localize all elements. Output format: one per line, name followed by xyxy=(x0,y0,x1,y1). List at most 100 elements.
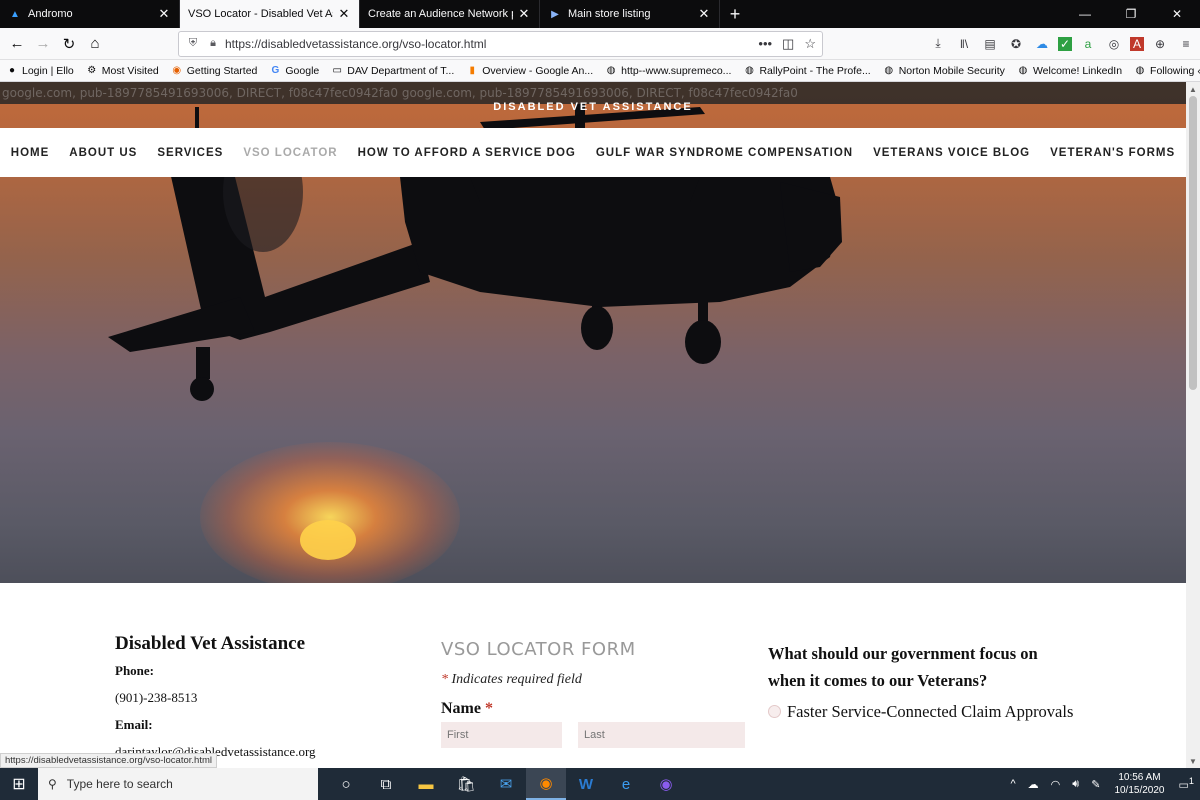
site-title[interactable]: DISABLED VET ASSISTANCE xyxy=(0,101,1186,113)
check-extension-icon[interactable]: ✓ xyxy=(1058,36,1072,51)
gear-icon: ⚙ xyxy=(87,65,97,76)
tab-audience-network[interactable]: Create an Audience Network placem ✕ xyxy=(360,0,540,28)
shield-icon[interactable]: ⛨ xyxy=(185,37,201,50)
windows-start-icon[interactable]: ⊞ xyxy=(0,768,38,800)
contact-info: Disabled Vet Assistance Phone: (901)-238… xyxy=(115,633,395,768)
network-icon[interactable]: ◠ xyxy=(1045,778,1067,791)
window-controls: — ❐ ✕ xyxy=(1062,0,1200,28)
forward-icon[interactable]: → xyxy=(30,31,56,57)
last-name-input[interactable] xyxy=(578,722,745,748)
bookmark-item[interactable]: ◉ Getting Started xyxy=(171,65,257,77)
store-icon[interactable]: 🛍︎ xyxy=(446,768,486,800)
word-icon[interactable]: W xyxy=(566,768,606,800)
volume-icon[interactable]: 🔊︎ xyxy=(1066,778,1085,791)
close-window-icon[interactable]: ✕ xyxy=(1154,0,1200,28)
bookmark-item[interactable]: G Google xyxy=(269,65,320,77)
toolbar-icons: ⤓ ‖\ ▤ ✪ ☁ ✓ a ◎ A ⊕ ≡ xyxy=(928,34,1196,54)
name-fields xyxy=(441,722,746,748)
close-icon[interactable]: ✕ xyxy=(517,6,531,22)
bookmarks-bar: ● Login | Ello ⚙ Most Visited ◉ Getting Sta… xyxy=(0,60,1200,82)
bookmark-item[interactable]: ◍ http--www.supremeco... xyxy=(605,65,732,77)
cloud-icon[interactable]: ☁ xyxy=(1032,34,1052,54)
radio-button[interactable] xyxy=(768,705,781,718)
bookmark-item[interactable]: ▮ Overview - Google An... xyxy=(466,65,593,77)
survey-option[interactable]: Faster Service-Connected Claim Approvals xyxy=(768,698,1078,725)
nav-gulf-war-syndrome[interactable]: GULF WAR SYNDROME COMPENSATION xyxy=(586,147,863,159)
nav-veterans-forms[interactable]: VETERAN'S FORMS xyxy=(1040,147,1185,159)
library-icon[interactable]: ‖\ xyxy=(954,34,974,54)
firefox-icon[interactable]: ◉ xyxy=(526,768,566,800)
bookmark-item[interactable]: ◍Following ‹ Reader —... xyxy=(1134,65,1200,77)
tab-andromo[interactable]: ▲ Andromo ✕ xyxy=(0,0,180,28)
bookmark-item[interactable]: ⚙ Most Visited xyxy=(86,65,158,77)
notification-icon[interactable]: ▭1 xyxy=(1173,776,1200,792)
clock[interactable]: 10:56 AM 10/15/2020 xyxy=(1106,771,1172,797)
mail-icon[interactable]: ✉ xyxy=(486,768,526,800)
globe-icon: ◍ xyxy=(745,65,754,76)
cortana-icon[interactable]: ○ xyxy=(326,768,366,800)
browser-nav-bar: ← → ↻ ⌂ ⛨ 🔒︎ https://disabledvetassistan… xyxy=(0,28,1200,60)
edge-icon[interactable]: e xyxy=(606,768,646,800)
close-icon[interactable]: ✕ xyxy=(337,6,351,22)
bookmark-item[interactable]: ◍ Welcome! LinkedIn xyxy=(1017,65,1122,77)
more-icon[interactable]: ••• xyxy=(758,36,772,52)
link-status-bar: https://disabledvetassistance.org/vso-lo… xyxy=(0,753,217,768)
new-tab-button[interactable]: + xyxy=(720,0,750,28)
zoom-icon[interactable]: ⊕ xyxy=(1150,34,1170,54)
bookmark-item[interactable]: ◍ Norton Mobile Security xyxy=(883,65,1005,77)
menu-icon[interactable]: ≡ xyxy=(1176,34,1196,54)
chevron-up-icon[interactable]: ^ xyxy=(1005,778,1022,790)
firefox-nightly-icon[interactable]: ◉ xyxy=(646,768,686,800)
nav-services[interactable]: SERVICES xyxy=(147,147,233,159)
back-icon[interactable]: ← xyxy=(4,31,30,57)
url-text[interactable]: https://disabledvetassistance.org/vso-lo… xyxy=(225,37,758,51)
task-view-icon[interactable]: ⧉ xyxy=(366,768,406,800)
globe-icon: ◍ xyxy=(606,65,616,76)
nav-home[interactable]: HOME xyxy=(1,147,60,159)
bookmark-item[interactable]: ▭ DAV Department of T... xyxy=(331,65,455,77)
tab-main-store-listing[interactable]: ▶ Main store listing ✕ xyxy=(540,0,720,28)
profile-icon[interactable]: ◎ xyxy=(1104,34,1124,54)
tab-title: Create an Audience Network placem xyxy=(368,8,513,20)
bookmark-item[interactable]: ◍ RallyPoint - The Profe... xyxy=(743,65,871,77)
download-icon[interactable]: ⤓ xyxy=(928,34,948,54)
org-name: Disabled Vet Assistance xyxy=(115,633,306,654)
main-nav: HOME ABOUT US SERVICES VSO LOCATOR HOW T… xyxy=(0,128,1186,177)
nav-veterans-voice-blog[interactable]: VETERANS VOICE BLOG xyxy=(863,147,1040,159)
onedrive-icon[interactable]: ☁ xyxy=(1022,778,1045,791)
first-name-input[interactable] xyxy=(441,722,562,748)
restore-icon[interactable]: ❐ xyxy=(1108,0,1154,28)
minimize-icon[interactable]: — xyxy=(1062,0,1108,28)
url-bar[interactable]: ⛨ 🔒︎ https://disabledvetassistance.org/v… xyxy=(178,30,823,57)
file-explorer-icon[interactable]: ▬ xyxy=(406,768,446,800)
phone-number[interactable]: (901)-238-8513 xyxy=(115,690,395,706)
tab-vso-locator[interactable]: VSO Locator - Disabled Vet Assistan ✕ xyxy=(180,0,360,28)
pocket-icon[interactable]: ◫ xyxy=(782,36,794,52)
required-star: * xyxy=(441,672,448,687)
bookmark-star-icon[interactable]: ☆ xyxy=(804,36,816,52)
lock-icon[interactable]: 🔒︎ xyxy=(205,37,221,50)
globe-icon: ◍ xyxy=(884,65,894,76)
pen-icon[interactable]: ✎ xyxy=(1085,778,1106,791)
scroll-down-icon[interactable]: ▼ xyxy=(1186,754,1200,768)
nav-vso-locator[interactable]: VSO LOCATOR xyxy=(233,147,347,159)
taskbar-search[interactable]: ⚲ Type here to search xyxy=(38,768,318,800)
pdf-icon[interactable]: A xyxy=(1130,36,1144,51)
amazon-assistant-icon[interactable]: a xyxy=(1078,34,1098,54)
nav-service-dog[interactable]: HOW TO AFFORD A SERVICE DOG xyxy=(348,147,586,159)
close-icon[interactable]: ✕ xyxy=(157,6,171,22)
nav-about-us[interactable]: ABOUT US xyxy=(59,147,147,159)
page-scrollbar[interactable]: ▲ ▼ xyxy=(1186,82,1200,768)
extension-icon[interactable]: ✪ xyxy=(1006,34,1026,54)
bookmark-item[interactable]: ● Login | Ello xyxy=(6,65,74,77)
close-icon[interactable]: ✕ xyxy=(697,6,711,22)
sidebar-icon[interactable]: ▤ xyxy=(980,34,1000,54)
folder-icon: ▭ xyxy=(332,65,342,76)
email-label: Email: xyxy=(115,717,153,732)
reload-icon[interactable]: ↻ xyxy=(56,31,82,57)
home-icon[interactable]: ⌂ xyxy=(82,31,108,57)
scroll-up-icon[interactable]: ▲ xyxy=(1186,82,1200,96)
globe-icon: ◍ xyxy=(1135,65,1145,76)
content-section: Disabled Vet Assistance Phone: (901)-238… xyxy=(0,583,1186,768)
scrollbar-thumb[interactable] xyxy=(1189,96,1197,390)
